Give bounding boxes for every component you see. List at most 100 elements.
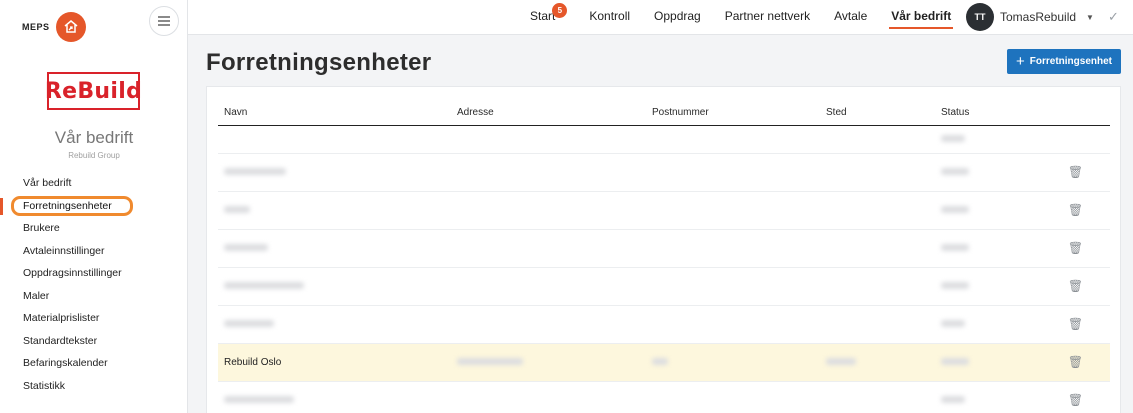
add-business-unit-button[interactable]: + Forretningsenhet — [1007, 49, 1121, 74]
column-header-navn[interactable]: Navn — [218, 101, 451, 126]
table-cell-name — [218, 153, 451, 192]
table-cell — [451, 125, 646, 154]
sidebar-item-label: Maler — [23, 289, 50, 302]
table-cell — [820, 381, 935, 413]
trash-icon: 🗑 — [1067, 317, 1084, 331]
brand[interactable]: MEPS — [22, 12, 86, 42]
table-cell-name — [218, 305, 451, 344]
top-nav-label: Vår bedrift — [891, 9, 952, 23]
blurred-text — [224, 319, 274, 327]
table-cell — [646, 229, 820, 268]
table-cell — [451, 191, 646, 230]
sidebar-item-maler[interactable]: Maler — [0, 285, 188, 308]
blurred-text — [941, 167, 969, 175]
top-nav-var-bedrift[interactable]: Vår bedrift — [889, 0, 954, 35]
hamburger-menu-button[interactable] — [149, 6, 179, 36]
top-nav-oppdrag[interactable]: Oppdrag — [654, 0, 701, 35]
table-cell — [820, 267, 935, 306]
top-nav-label: Partner nettverk — [724, 9, 811, 23]
table-cell-name — [218, 267, 451, 306]
sidebar-item-var-bedrift[interactable]: Vår bedrift — [0, 172, 188, 195]
table-cell — [820, 125, 935, 154]
top-nav-label: Kontroll — [589, 9, 631, 23]
column-header-adresse[interactable]: Adresse — [451, 101, 646, 126]
top-nav-label: Oppdrag — [654, 9, 701, 23]
table-cell — [451, 381, 646, 413]
table-cell — [820, 153, 935, 192]
table-cell — [451, 229, 646, 268]
sidebar-item-materialprislister[interactable]: Materialprislister — [0, 307, 188, 330]
table-cell — [646, 191, 820, 230]
delete-button[interactable]: 🗑 — [1035, 267, 1110, 306]
table-row[interactable]: 🗑 — [218, 191, 1110, 230]
delete-button[interactable]: 🗑 — [1035, 229, 1110, 268]
table-row[interactable]: 🗑 — [218, 381, 1110, 413]
table-row[interactable] — [218, 125, 1110, 154]
blurred-text — [941, 357, 969, 365]
blurred-text — [224, 281, 304, 289]
column-header-postnummer[interactable]: Postnummer — [646, 101, 820, 126]
page-title: Forretningsenheter — [206, 49, 432, 76]
top-nav-start[interactable]: Start 5 — [530, 0, 568, 35]
top-nav-kontroll[interactable]: Kontroll — [589, 0, 630, 35]
top-nav: Start 5 Kontroll Oppdrag Partner nettverk… — [530, 0, 975, 35]
sidebar-item-label: Materialprislister — [23, 312, 100, 324]
table-cell-status — [935, 191, 1035, 230]
user-menu[interactable]: TT TomasRebuild ▼ — [966, 3, 1094, 31]
table-cell-name — [218, 191, 451, 230]
table-row[interactable]: 🗑 — [218, 305, 1110, 344]
sidebar-item-brukere[interactable]: Brukere — [0, 217, 188, 240]
plus-icon: + — [1016, 53, 1025, 70]
delete-button[interactable]: 🗑 — [1035, 381, 1110, 413]
sidebar: MEPS ReBuild Vår bedrift Rebuild Group V… — [0, 0, 188, 413]
table-cell-status — [935, 381, 1035, 413]
trash-icon: 🗑 — [1067, 393, 1084, 407]
table-cell-status — [935, 229, 1035, 268]
table-cell-name: Rebuild Oslo — [218, 343, 451, 382]
table-row[interactable]: 🗑 — [218, 153, 1110, 192]
sidebar-item-standardtekster[interactable]: Standardtekster — [0, 330, 188, 353]
column-header-actions — [1035, 101, 1110, 126]
top-nav-partner-nettverk[interactable]: Partner nettverk — [725, 0, 810, 35]
table-row-highlighted[interactable]: Rebuild Oslo 🗑 — [218, 343, 1110, 382]
blurred-text — [224, 395, 294, 403]
sidebar-item-label: Standardtekster — [23, 334, 98, 347]
table-cell-status — [935, 267, 1035, 306]
delete-button[interactable]: 🗑 — [1035, 153, 1110, 192]
delete-button[interactable]: 🗑 — [1035, 305, 1110, 344]
table-cell-status — [935, 305, 1035, 344]
brand-name: MEPS — [22, 22, 50, 32]
trash-icon: 🗑 — [1067, 355, 1084, 369]
blurred-text — [941, 281, 969, 289]
top-nav-avtale[interactable]: Avtale — [834, 0, 867, 35]
delete-button[interactable]: 🗑 — [1035, 343, 1110, 382]
table-cell — [646, 153, 820, 192]
table-cell — [451, 153, 646, 192]
blurred-text — [457, 357, 523, 365]
sidebar-item-befaringskalender[interactable]: Befaringskalender — [0, 352, 188, 375]
table-cell-address — [451, 343, 646, 382]
sidebar-item-forretningsenheter[interactable]: Forretningsenheter — [0, 195, 188, 218]
sidebar-nav: Vår bedrift Forretningsenheter Brukere A… — [0, 172, 188, 397]
column-header-status[interactable]: Status — [935, 101, 1035, 126]
sidebar-item-statistikk[interactable]: Statistikk — [0, 375, 188, 398]
blurred-text — [224, 205, 250, 213]
table-cell-status — [935, 125, 1035, 154]
sidebar-item-label: Forretningsenheter — [23, 199, 112, 212]
sidebar-item-label: Befaringskalender — [23, 357, 108, 369]
table-row[interactable]: 🗑 — [218, 267, 1110, 306]
table-cell — [820, 191, 935, 230]
checkmark-icon[interactable]: ✓ — [1108, 9, 1119, 25]
home-arrow-icon — [55, 12, 86, 42]
table-cell — [451, 305, 646, 344]
sidebar-item-oppdragsinnstillinger[interactable]: Oppdragsinnstillinger — [0, 262, 188, 285]
top-nav-label: Avtale — [834, 9, 868, 23]
table-row[interactable]: 🗑 — [218, 229, 1110, 268]
delete-button[interactable]: 🗑 — [1035, 191, 1110, 230]
table-cell — [646, 381, 820, 413]
sidebar-item-avtaleinnstillinger[interactable]: Avtaleinnstillinger — [0, 240, 188, 263]
table-cell-place — [820, 343, 935, 382]
add-button-label: Forretningsenhet — [1029, 56, 1112, 67]
table-cell-name — [218, 229, 451, 268]
column-header-sted[interactable]: Sted — [820, 101, 935, 126]
